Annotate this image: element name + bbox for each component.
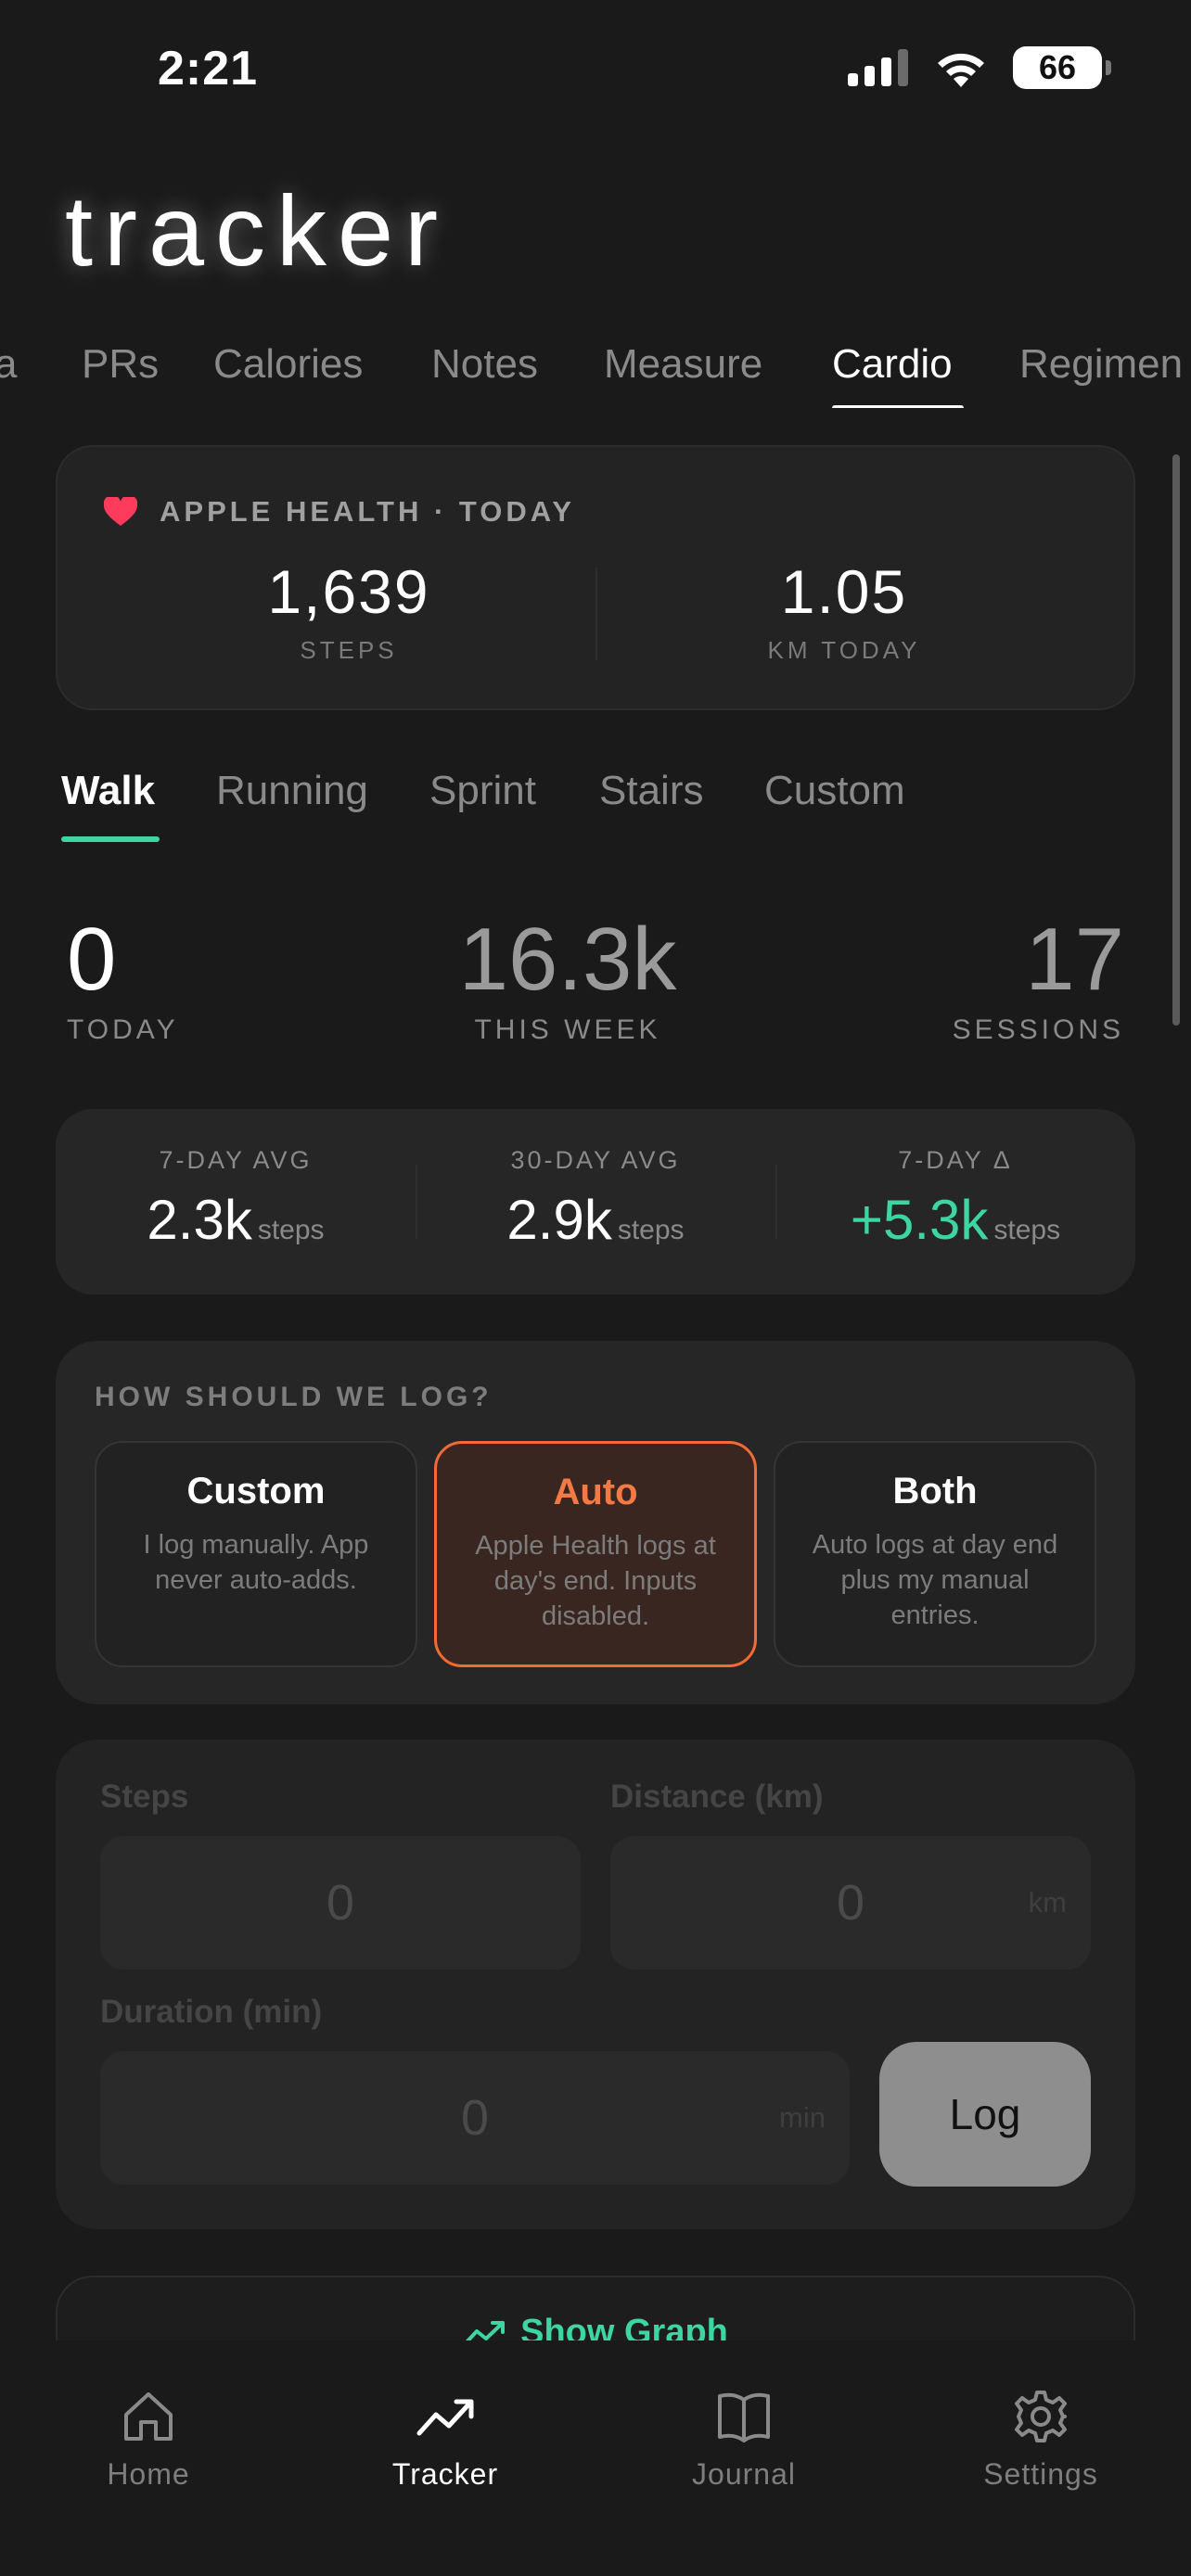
gear-icon	[1015, 2391, 1067, 2442]
health-distance: 1.05 KM TODAY	[659, 556, 1030, 665]
tab-custom[interactable]: Custom	[764, 768, 905, 814]
wifi-icon	[938, 53, 984, 87]
avg-label: 7-DAY Δ	[898, 1146, 1013, 1174]
trend-icon	[416, 2399, 474, 2436]
distance-input[interactable]	[706, 1874, 995, 1932]
stat-sessions-value: 17	[1025, 910, 1124, 1009]
duration-unit: min	[779, 2101, 826, 2134]
duration-input[interactable]	[250, 2089, 700, 2147]
activity-tab-indicator	[61, 836, 160, 842]
nav-label: Settings	[983, 2457, 1098, 2491]
steps-input[interactable]	[196, 1874, 485, 1932]
tab-regimen[interactable]: Regimen	[1019, 341, 1183, 388]
apple-health-card: APPLE HEALTH · TODAY 1,639 STEPS 1.05 KM…	[56, 445, 1135, 710]
tab-running[interactable]: Running	[216, 768, 368, 814]
steps-label: Steps	[100, 1779, 189, 1815]
book-icon	[718, 2392, 770, 2442]
log-mode-card: HOW SHOULD WE LOG? Custom I log manually…	[56, 1341, 1135, 1704]
avg-unit: steps	[993, 1215, 1061, 1245]
battery-icon: 66	[1013, 46, 1111, 89]
scrollbar[interactable]	[1172, 454, 1180, 1026]
status-time: 2:21	[158, 42, 259, 96]
avg-unit: steps	[257, 1215, 325, 1245]
avg-unit: steps	[617, 1215, 685, 1245]
home-icon	[124, 2392, 173, 2441]
page-title: tracker	[65, 174, 450, 287]
avg-30day: 30-DAY AVG 2.9k steps	[416, 1146, 775, 1252]
tab-stairs[interactable]: Stairs	[599, 768, 703, 814]
avg-label: 30-DAY AVG	[510, 1146, 681, 1174]
avg-7day-delta: 7-DAY Δ +5.3k steps	[775, 1146, 1135, 1252]
log-button[interactable]: Log	[879, 2042, 1091, 2187]
stat-week-caption: THIS WEEK	[474, 1014, 661, 1045]
distance-label: Distance (km)	[610, 1779, 824, 1815]
tab-prs[interactable]: PRs	[82, 341, 159, 388]
mode-title: Custom	[186, 1471, 326, 1511]
mode-title: Auto	[553, 1472, 638, 1512]
tab-sprint[interactable]: Sprint	[429, 768, 536, 814]
steps-field[interactable]	[100, 1836, 581, 1970]
mode-option-both[interactable]: Both Auto logs at day end plus my manual…	[774, 1441, 1096, 1667]
nav-journal[interactable]: Journal	[651, 2387, 837, 2492]
health-distance-value: 1.05	[780, 557, 908, 626]
tab-calories[interactable]: Calories	[213, 341, 363, 388]
duration-field[interactable]: min	[100, 2051, 850, 2185]
nav-label: Tracker	[391, 2457, 499, 2491]
nav-settings[interactable]: Settings	[948, 2387, 1133, 2492]
health-steps-caption: STEPS	[300, 636, 398, 664]
stat-sessions: 17 SESSIONS	[953, 909, 1124, 1046]
avg-value: 2.9k	[506, 1189, 612, 1251]
tab-measure[interactable]: Measure	[604, 341, 762, 388]
mode-description: Apple Health logs at day's end. Inputs d…	[475, 1531, 716, 1631]
signal-icon	[848, 49, 908, 86]
averages-card: 7-DAY AVG 2.3k steps 30-DAY AVG 2.9k steps…	[56, 1109, 1135, 1294]
mode-option-auto[interactable]: Auto Apple Health logs at day's end. Inp…	[434, 1441, 757, 1667]
mode-description: I log manually. App never auto-adds.	[143, 1530, 369, 1595]
section-tabs: a PRs Calories Notes Measure Cardio Regi…	[0, 334, 1191, 408]
tab-walk[interactable]: Walk	[61, 768, 155, 814]
health-steps-value: 1,639	[267, 557, 430, 626]
distance-unit: km	[1028, 1886, 1067, 1919]
log-mode-question: HOW SHOULD WE LOG?	[95, 1382, 493, 1412]
stat-today-value: 0	[67, 910, 117, 1009]
nav-label: Journal	[692, 2457, 796, 2491]
nav-home[interactable]: Home	[56, 2387, 241, 2492]
avg-label: 7-DAY AVG	[159, 1146, 313, 1174]
health-distance-caption: KM TODAY	[767, 636, 921, 664]
nav-label: Home	[107, 2457, 190, 2491]
stat-today: 0 TODAY	[67, 909, 179, 1046]
tab-partial[interactable]: a	[0, 341, 17, 388]
health-header: APPLE HEALTH · TODAY	[160, 495, 576, 528]
distance-field[interactable]: km	[610, 1836, 1091, 1970]
divider	[596, 567, 597, 660]
avg-7day: 7-DAY AVG 2.3k steps	[56, 1146, 416, 1252]
mode-title: Both	[892, 1471, 978, 1511]
nav-tracker[interactable]: Tracker	[352, 2387, 538, 2492]
battery-level: 66	[1038, 48, 1077, 86]
stat-today-caption: TODAY	[67, 1014, 179, 1045]
heart-icon	[104, 497, 137, 526]
stat-sessions-caption: SESSIONS	[952, 1014, 1124, 1045]
stat-week-value: 16.3k	[458, 910, 677, 1009]
log-form-card: Steps Distance (km) km Duration (min) mi…	[56, 1740, 1135, 2229]
mode-description: Auto logs at day end plus my manual entr…	[812, 1530, 1058, 1630]
stat-week: 16.3k THIS WEEK	[382, 909, 753, 1046]
mode-option-custom[interactable]: Custom I log manually. App never auto-ad…	[95, 1441, 417, 1667]
avg-delta-value: +5.3k	[850, 1189, 989, 1251]
active-tab-indicator	[832, 405, 964, 408]
tab-notes[interactable]: Notes	[431, 341, 538, 388]
status-icons: 66	[848, 46, 1111, 89]
tab-cardio[interactable]: Cardio	[832, 341, 953, 388]
health-steps: 1,639 STEPS	[163, 556, 534, 665]
bottom-nav: Home Tracker Journal Settings	[0, 2340, 1191, 2576]
avg-value: 2.3k	[147, 1189, 252, 1251]
duration-label: Duration (min)	[100, 1994, 323, 2030]
